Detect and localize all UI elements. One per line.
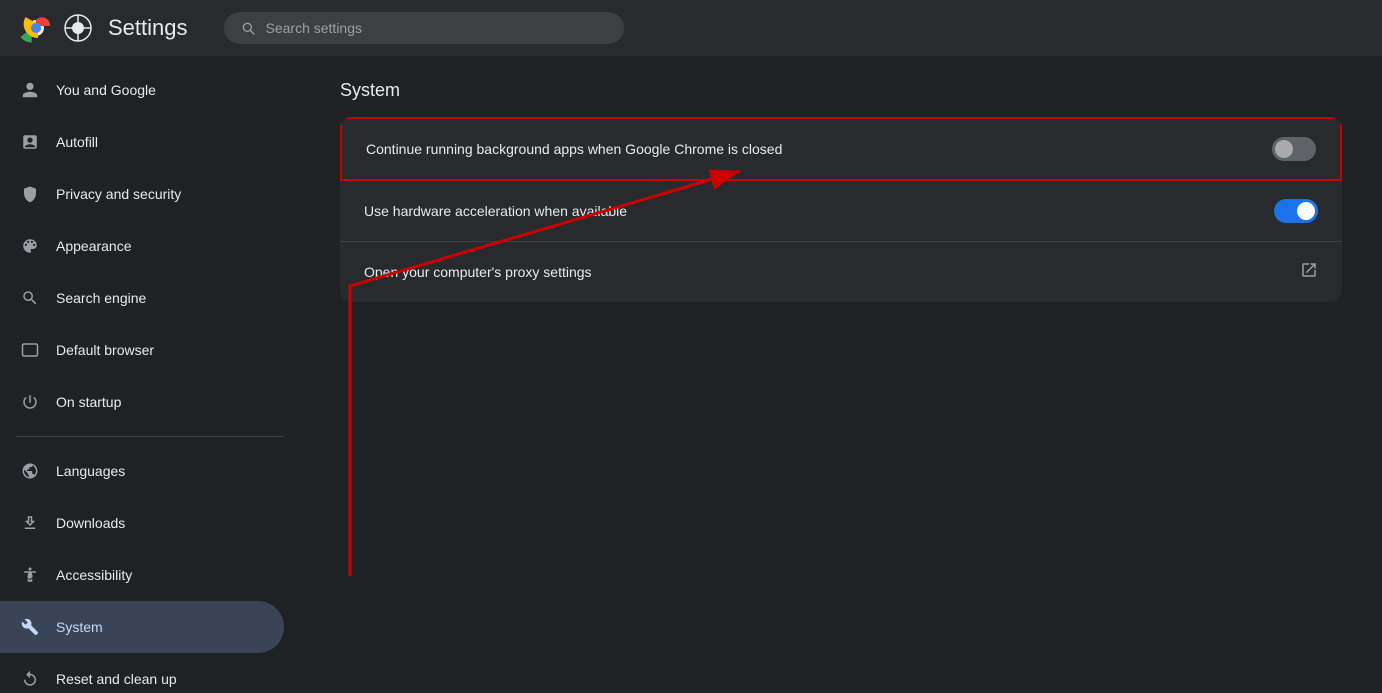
wrench-icon bbox=[20, 617, 40, 637]
sidebar-label-you-and-google: You and Google bbox=[56, 82, 156, 98]
sidebar-divider bbox=[16, 436, 284, 437]
search-icon bbox=[240, 20, 256, 36]
sidebar-item-accessibility[interactable]: Accessibility bbox=[0, 549, 284, 601]
settings-row-proxy-settings[interactable]: Open your computer's proxy settings bbox=[340, 242, 1342, 302]
sidebar-item-appearance[interactable]: Appearance bbox=[0, 220, 284, 272]
sidebar-label-languages: Languages bbox=[56, 463, 125, 479]
palette-icon bbox=[20, 236, 40, 256]
hardware-acceleration-label: Use hardware acceleration when available bbox=[364, 203, 627, 219]
main-content: System Continue running background apps … bbox=[300, 56, 1382, 326]
sidebar-label-system: System bbox=[56, 619, 103, 635]
sidebar-label-reset-cleanup: Reset and clean up bbox=[56, 671, 177, 687]
sidebar-item-you-and-google[interactable]: You and Google bbox=[0, 64, 284, 116]
accessibility-icon bbox=[20, 565, 40, 585]
sidebar: You and Google Autofill Privacy and secu… bbox=[0, 56, 300, 693]
sidebar-label-downloads: Downloads bbox=[56, 515, 125, 531]
search-engine-icon bbox=[20, 288, 40, 308]
sidebar-item-autofill[interactable]: Autofill bbox=[0, 116, 284, 168]
toggle-slider bbox=[1272, 137, 1316, 161]
layout: You and Google Autofill Privacy and secu… bbox=[0, 56, 1382, 693]
default-browser-icon bbox=[20, 340, 40, 360]
search-bar[interactable] bbox=[224, 12, 624, 44]
sidebar-item-on-startup[interactable]: On startup bbox=[0, 376, 284, 428]
chrome-icon bbox=[64, 14, 92, 42]
section-title: System bbox=[340, 80, 1342, 101]
sidebar-item-system[interactable]: System bbox=[0, 601, 284, 653]
search-input[interactable] bbox=[266, 20, 608, 36]
sidebar-label-accessibility: Accessibility bbox=[56, 567, 132, 583]
header: Settings bbox=[0, 0, 1382, 56]
power-icon bbox=[20, 392, 40, 412]
proxy-settings-label: Open your computer's proxy settings bbox=[364, 264, 592, 280]
sidebar-label-search-engine: Search engine bbox=[56, 290, 146, 306]
content-area: System Continue running background apps … bbox=[300, 56, 1382, 693]
sidebar-item-default-browser[interactable]: Default browser bbox=[0, 324, 284, 376]
sidebar-label-on-startup: On startup bbox=[56, 394, 121, 410]
globe-icon bbox=[20, 461, 40, 481]
external-link-icon bbox=[1300, 261, 1318, 284]
page-title: Settings bbox=[108, 15, 188, 41]
reset-icon bbox=[20, 669, 40, 689]
toggle-slider-on bbox=[1274, 199, 1318, 223]
sidebar-label-privacy-security: Privacy and security bbox=[56, 186, 181, 202]
person-icon bbox=[20, 80, 40, 100]
sidebar-item-privacy-security[interactable]: Privacy and security bbox=[0, 168, 284, 220]
download-icon bbox=[20, 513, 40, 533]
app-logo bbox=[20, 12, 92, 44]
settings-row-hardware-acceleration: Use hardware acceleration when available bbox=[340, 181, 1342, 242]
sidebar-label-autofill: Autofill bbox=[56, 134, 98, 150]
background-apps-toggle[interactable] bbox=[1272, 137, 1316, 161]
settings-card-system: Continue running background apps when Go… bbox=[340, 117, 1342, 302]
autofill-icon bbox=[20, 132, 40, 152]
shield-icon bbox=[20, 184, 40, 204]
sidebar-item-search-engine[interactable]: Search engine bbox=[0, 272, 284, 324]
sidebar-label-default-browser: Default browser bbox=[56, 342, 154, 358]
sidebar-item-languages[interactable]: Languages bbox=[0, 445, 284, 497]
sidebar-label-appearance: Appearance bbox=[56, 238, 132, 254]
settings-row-background-apps: Continue running background apps when Go… bbox=[340, 117, 1342, 181]
chrome-logo-icon bbox=[20, 12, 52, 44]
hardware-acceleration-toggle[interactable] bbox=[1274, 199, 1318, 223]
sidebar-item-reset-cleanup[interactable]: Reset and clean up bbox=[0, 653, 284, 693]
background-apps-label: Continue running background apps when Go… bbox=[366, 141, 782, 157]
sidebar-item-downloads[interactable]: Downloads bbox=[0, 497, 284, 549]
